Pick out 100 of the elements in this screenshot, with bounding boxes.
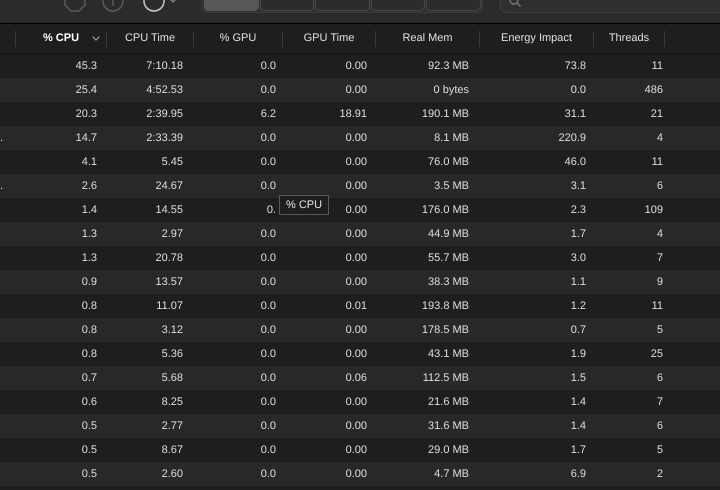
table-cell-text: 1.3: [82, 250, 97, 266]
column-header[interactable]: CPU Time: [124, 30, 176, 47]
table-cell-text: 0.00: [346, 154, 367, 170]
column-header[interactable]: % CPU: [42, 30, 80, 47]
table-cell-text: 1.4: [82, 202, 97, 218]
table-cell-text: 0.00: [346, 58, 367, 74]
column-header[interactable]: GPU Time: [304, 30, 354, 47]
column-header[interactable]: Real Mem: [402, 30, 453, 47]
table-cell-text: 0.8: [82, 346, 97, 362]
table-cell-text: 7: [656, 250, 663, 266]
table-cell-text: 5: [656, 442, 663, 458]
column-header[interactable]: Energy Impact: [501, 30, 572, 47]
table-cell-text: 20.78: [155, 250, 183, 266]
table-cell-text: 73.8: [564, 58, 586, 74]
table-cell-text: 11.07: [156, 298, 183, 314]
table-cell-text: 8.25: [162, 394, 183, 410]
table-cell-text: 0.00: [346, 346, 367, 362]
table-cell-text: 1.4: [570, 418, 586, 434]
table-cell-text: 46.0: [564, 154, 586, 170]
table-cell-text: 3.12: [162, 322, 183, 338]
table-cell-text: 0.8: [82, 298, 97, 314]
table-cell-text: 0.0: [260, 418, 276, 434]
table-cell-text: 0.0: [260, 442, 276, 458]
table-cell-text: 55.7 MB: [428, 250, 469, 266]
table-cell-text: 0.5: [82, 466, 97, 482]
table-cell-text: 2:33.39: [146, 130, 183, 146]
table-cell-text: 0.8: [82, 322, 97, 338]
table-cell-text: 5.45: [162, 154, 183, 170]
table-cell-text: 0.00: [346, 442, 367, 458]
table-cell-text: 24.67: [155, 178, 183, 194]
table-cell-text: 4: [656, 226, 663, 242]
table-cell-text: 45.3: [76, 58, 97, 74]
table-cell-text: 4.7 MB: [434, 466, 469, 482]
table-cell-text: 190.1 MB: [422, 106, 469, 122]
table-cell-text: 1.7: [570, 442, 586, 458]
table-cell-text: 21: [650, 106, 663, 122]
table-cell-text: 178.5 MB: [422, 322, 469, 338]
table-cell-text: 2:39.95: [146, 106, 183, 122]
table-cell-text: 1.5: [570, 370, 586, 386]
table-cell-text: 7: [656, 394, 663, 410]
table-cell-text: 109: [644, 202, 663, 218]
table-cell-text: 0.0: [260, 58, 276, 74]
table-cell-text: 11: [652, 58, 663, 74]
table-cell-text: 4: [656, 130, 663, 146]
table-cell-text: 4:52.53: [146, 82, 183, 98]
table-cell-text: 3.5 MB: [434, 178, 469, 194]
table-cell-text: 14.55: [155, 202, 183, 218]
table-cell-text: 5.68: [162, 370, 183, 386]
table-cell-text: 2: [656, 466, 663, 482]
table-cell-text: 29.0 MB: [428, 442, 469, 458]
table-cell-text: 6: [656, 418, 663, 434]
table-cell-text: 2.97: [162, 226, 183, 242]
table-cell-text: 4.1: [82, 154, 97, 170]
table-cell-text: .: [0, 130, 4, 146]
table-cell-text: 0.0: [260, 178, 276, 194]
table-cell-text: 220.9: [558, 130, 586, 146]
table-cell-text: 7:10.18: [146, 58, 183, 74]
table-cell-text: 176.0 MB: [422, 202, 469, 218]
table-cell-text: 0.5: [82, 418, 97, 434]
table-cell-text: 0.00: [346, 250, 367, 266]
table-cell-text: 2.60: [162, 466, 183, 482]
table-cell-text: 1.4: [570, 394, 586, 410]
table-cell-text: 1.9: [570, 346, 586, 362]
table-cell-text: 9: [656, 274, 663, 290]
table-cell-text: 0.00: [346, 418, 367, 434]
table-cell-text: 0.06: [346, 370, 367, 386]
table-cell-text: 0.0: [260, 226, 276, 242]
column-header[interactable]: % GPU: [220, 30, 256, 47]
table-cell-text: 0.7: [570, 322, 586, 338]
table-cell-text: 20.3: [76, 106, 97, 122]
table-cell-text: 2.77: [162, 418, 183, 434]
table-cell-text: 0.0: [570, 82, 586, 98]
table-cell-text: 31.6 MB: [428, 418, 469, 434]
table-cell-text: 1.3: [82, 226, 97, 242]
table-cell-text: 6: [656, 370, 663, 386]
table-cell-text: 8.1 MB: [434, 130, 469, 146]
chevron-down-icon[interactable]: [92, 36, 100, 40]
table-cell-text: 92.3 MB: [428, 58, 469, 74]
table-cell-text: 0.0: [260, 154, 276, 170]
table-cell-text: 1.7: [570, 226, 586, 242]
table-cell-text: 0.9: [82, 274, 97, 290]
table-cell-text: .: [0, 178, 4, 194]
table-cell-text: 0.00: [346, 322, 367, 338]
table-cell-text: 0 bytes: [434, 82, 469, 98]
table-cell-text: 0.0: [260, 298, 276, 314]
table-cell-text: 1.2: [570, 298, 586, 314]
table-cell-text: 0.0: [260, 274, 276, 290]
table-cell-text: 0.0: [260, 130, 276, 146]
table-cell-text: 0.0: [260, 346, 276, 362]
table-cell-text: 0.00: [346, 82, 367, 98]
table-cell-text: 193.8 MB: [422, 298, 469, 314]
tooltip: % CPU: [279, 195, 330, 215]
table-cell-text: 0.00: [346, 202, 367, 218]
table-cell-text: 8.67: [162, 442, 183, 458]
table-cell-text: 0.0: [260, 322, 276, 338]
table-cell-text: 112.5 MB: [422, 370, 469, 386]
table-cell-text: 13.57: [155, 274, 183, 290]
column-header[interactable]: Threads: [608, 30, 650, 47]
table-cell-text: 14.7: [76, 130, 97, 146]
table-cell-text: 25.4: [76, 82, 97, 98]
